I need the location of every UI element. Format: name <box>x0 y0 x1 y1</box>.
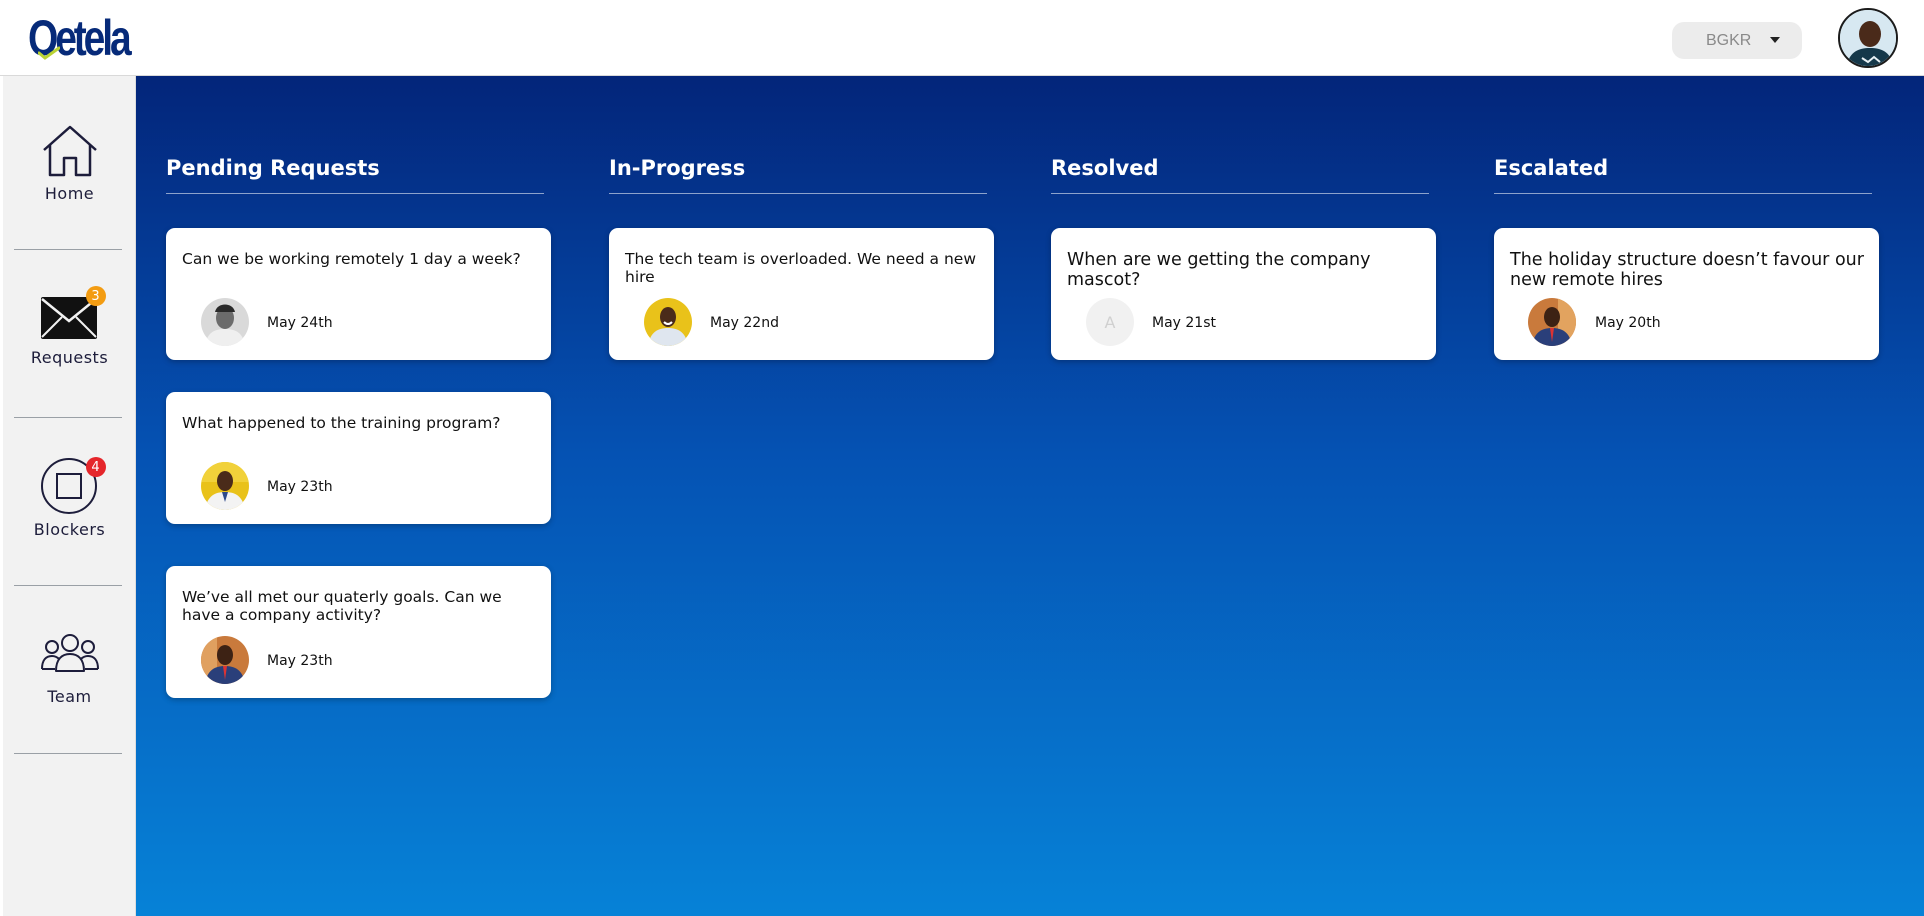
logo-check-icon <box>38 46 60 60</box>
home-icon <box>42 125 97 177</box>
sidebar-item-label: Requests <box>30 348 109 367</box>
card-date: May 21st <box>1152 315 1216 331</box>
blockers-badge: 4 <box>85 457 106 477</box>
request-board: Pending Requests Can we be working remot… <box>136 76 1924 916</box>
request-card[interactable]: Can we be working remotely 1 day a week?… <box>166 228 551 360</box>
sidebar-item-label: Blockers <box>33 520 106 539</box>
column-divider <box>1051 193 1429 194</box>
user-avatar-image <box>1840 10 1896 66</box>
column-title: Resolved <box>1051 156 1159 180</box>
card-date: May 23th <box>267 653 333 669</box>
avatar <box>644 298 692 346</box>
sidebar: Home 3 Requests 4 Blockers Team <box>3 76 136 916</box>
card-date: May 22nd <box>710 315 779 331</box>
card-date: May 20th <box>1595 315 1661 331</box>
card-text: The tech team is overloaded. We need a n… <box>625 250 977 286</box>
requests-badge: 3 <box>85 286 106 306</box>
avatar-placeholder: A <box>1086 298 1134 346</box>
card-text: When are we getting the company mascot? <box>1067 250 1371 290</box>
avatar <box>201 298 249 346</box>
sidebar-item-home[interactable]: Home <box>3 124 136 203</box>
card-date: May 24th <box>267 315 333 331</box>
sidebar-item-label: Home <box>44 184 95 203</box>
card-date: May 23th <box>267 479 333 495</box>
sidebar-divider <box>14 753 122 754</box>
caret-down-icon <box>1770 37 1780 43</box>
top-bar: Oetela BGKR <box>0 0 1924 76</box>
avatar-initial: A <box>1104 312 1116 332</box>
sidebar-item-team[interactable]: Team <box>3 633 136 706</box>
card-text: We’ve all met our quaterly goals. Can we… <box>182 588 502 624</box>
sidebar-divider <box>14 585 122 586</box>
card-text: What happened to the training program? <box>182 414 501 432</box>
logo[interactable]: Oetela <box>28 10 157 66</box>
avatar <box>1528 298 1576 346</box>
org-select[interactable]: BGKR <box>1672 22 1802 59</box>
avatar <box>201 636 249 684</box>
user-avatar[interactable] <box>1838 8 1898 68</box>
card-text: The holiday structure doesn’t favour our… <box>1510 250 1864 290</box>
sidebar-item-requests[interactable]: 3 Requests <box>3 286 136 367</box>
column-title: In-Progress <box>609 156 746 180</box>
column-title: Escalated <box>1494 156 1609 180</box>
request-card[interactable]: The holiday structure doesn’t favour our… <box>1494 228 1879 360</box>
request-card[interactable]: We’ve all met our quaterly goals. Can we… <box>166 566 551 698</box>
request-card[interactable]: When are we getting the company mascot? … <box>1051 228 1436 360</box>
column-divider <box>166 193 544 194</box>
team-icon <box>40 634 99 672</box>
sidebar-divider <box>14 417 122 418</box>
org-select-value: BGKR <box>1706 31 1752 49</box>
card-text: Can we be working remotely 1 day a week? <box>182 250 521 268</box>
sidebar-item-blockers[interactable]: 4 Blockers <box>3 457 136 539</box>
column-title: Pending Requests <box>166 156 380 180</box>
avatar <box>201 462 249 510</box>
request-card[interactable]: The tech team is overloaded. We need a n… <box>609 228 994 360</box>
column-divider <box>609 193 987 194</box>
request-card[interactable]: What happened to the training program? M… <box>166 392 551 524</box>
sidebar-divider <box>14 249 122 250</box>
column-divider <box>1494 193 1872 194</box>
sidebar-item-label: Team <box>47 687 92 706</box>
